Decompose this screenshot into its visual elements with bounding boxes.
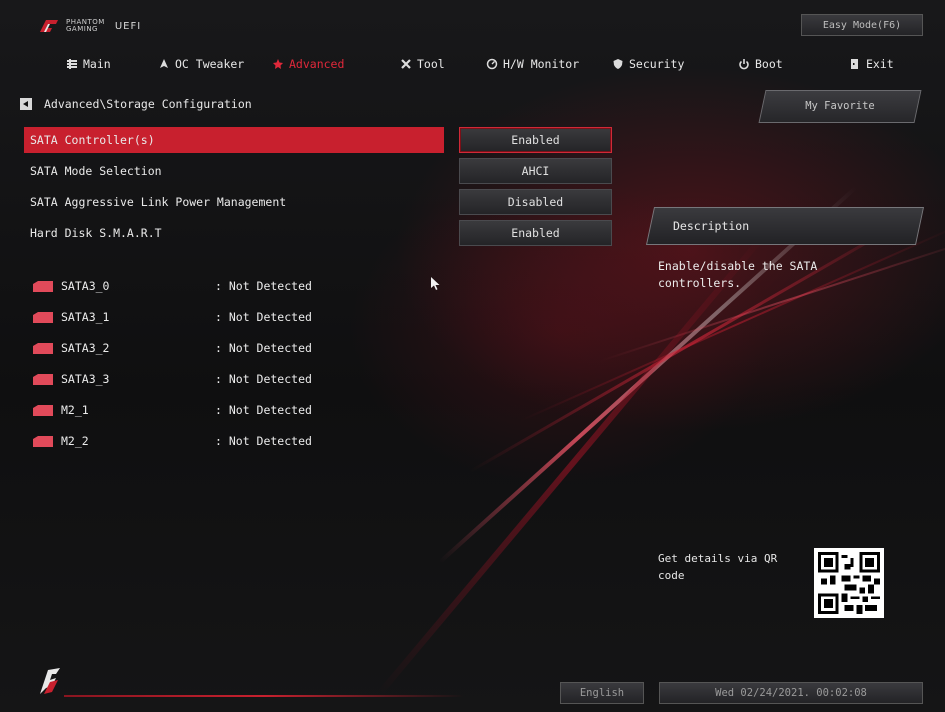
uefi-label: UEFI [114,20,142,32]
setting-row-sata-mode[interactable]: SATA Mode Selection [24,158,444,184]
setting-value-hard-disk-smart[interactable]: Enabled [459,220,612,246]
qr-hint-text: Get details via QR code [658,552,778,582]
drive-item-sata3-1: SATA3_1 : Not Detected [33,307,333,327]
tab-exit[interactable]: Exit [849,53,894,75]
my-favorite-button[interactable]: My Favorite [758,90,922,123]
tab-security[interactable]: Security [612,53,684,75]
drive-item-sata3-2: SATA3_2 : Not Detected [33,338,333,358]
breadcrumb: Advanced\Storage Configuration [20,96,252,112]
easy-mode-button[interactable]: Easy Mode(F6) [801,14,923,36]
setting-value-sata-controllers[interactable]: Enabled [459,127,612,153]
grid-icon [67,59,77,69]
bottom-accent-line [64,695,464,697]
drive-item-m2-2: M2_2 : Not Detected [33,431,333,451]
qr-code-icon [814,548,884,618]
tools-icon [401,59,411,69]
setting-row-link-power-management[interactable]: SATA Aggressive Link Power Management [24,189,444,215]
exit-icon [851,59,858,69]
phantom-gaming-logo-icon [40,668,60,694]
background-streak [377,231,768,695]
setting-row-hard-disk-smart[interactable]: Hard Disk S.M.A.R.T [24,220,444,246]
drive-icon [33,374,53,385]
drive-icon [33,343,53,354]
bios-screen: PHANTOM GAMING UEFI Easy Mode(F6) Main O… [0,0,945,712]
mouse-cursor-icon [431,277,440,290]
drive-item-sata3-0: SATA3_0 : Not Detected [33,276,333,296]
tab-advanced[interactable]: Advanced [272,53,344,75]
description-header: Description [645,207,925,245]
setting-value-sata-mode[interactable]: AHCI [459,158,612,184]
tab-tool[interactable]: Tool [400,53,445,75]
setting-label: SATA Mode Selection [30,164,162,178]
tab-oc-tweaker[interactable]: OC Tweaker [158,53,244,75]
tab-hw-monitor[interactable]: H/W Monitor [486,53,579,75]
tab-boot[interactable]: Boot [738,53,783,75]
rocket-icon [160,59,168,68]
setting-label: Hard Disk S.M.A.R.T [30,226,162,240]
drive-icon [33,312,53,323]
back-arrow-icon[interactable] [20,98,32,110]
drive-icon [33,281,53,292]
phantom-gaming-logo-icon [40,20,58,32]
drive-item-sata3-3: SATA3_3 : Not Detected [33,369,333,389]
breadcrumb-path: Advanced\Storage Configuration [44,97,252,111]
description-text: Enable/disable the SATA controllers. [658,259,818,290]
datetime-display: Wed 02/24/2021. 00:02:08 [659,682,923,704]
main-nav: Main OC Tweaker Advanced Tool H/W Monito… [0,53,945,75]
drive-icon [33,436,53,447]
drive-item-m2-1: M2_1 : Not Detected [33,400,333,420]
language-button[interactable]: English [560,682,644,704]
shield-icon [613,59,623,69]
setting-row-sata-controllers[interactable]: SATA Controller(s) [24,127,444,153]
power-icon [739,59,749,70]
monitor-icon [486,58,498,70]
star-icon [273,59,283,69]
setting-label: SATA Aggressive Link Power Management [30,195,287,209]
brand-logo-text: PHANTOM GAMING [66,18,105,33]
brand-logo: PHANTOM GAMING UEFI [38,18,141,34]
background-streak [519,224,945,422]
setting-label: SATA Controller(s) [30,133,155,147]
setting-value-link-power-management[interactable]: Disabled [459,189,612,215]
drive-icon [33,405,53,416]
top-bar: PHANTOM GAMING UEFI Easy Mode(F6) [0,0,945,52]
tab-main[interactable]: Main [66,53,111,75]
